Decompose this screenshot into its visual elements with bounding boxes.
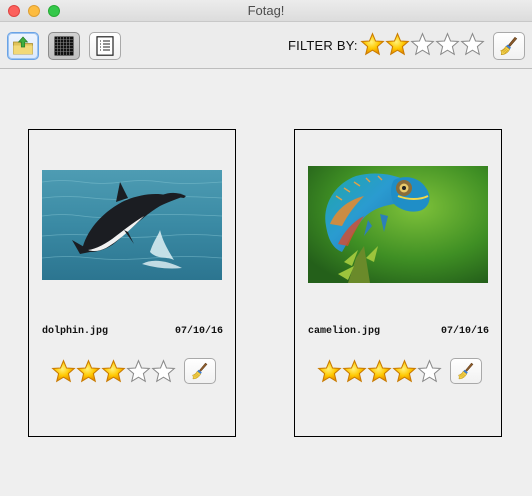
photo-date: 07/10/16 (440, 326, 489, 337)
filter-star-2-filled-icon[interactable] (385, 32, 410, 57)
photo-date: 07/10/16 (174, 326, 223, 337)
photo-grid: dolphin.jpg 07/10/16 camelion.jpg 07/10/… (0, 69, 532, 496)
clear-rating-button[interactable] (450, 358, 482, 384)
toolbar: FILTER BY: (0, 22, 532, 69)
upload-button[interactable] (7, 32, 39, 60)
grid-view-button[interactable] (48, 32, 80, 60)
fotag-window: Fotag! FILTER BY: dolphin.jpg 07/10/16 c… (0, 0, 532, 496)
window-title: Fotag! (247, 3, 285, 18)
broom-icon (498, 35, 520, 57)
camelion-thumbnail[interactable] (308, 166, 488, 283)
broom-icon (190, 361, 210, 381)
list-view-button[interactable] (89, 32, 121, 60)
filter-rating-stars (360, 32, 485, 57)
title-bar: Fotag! (0, 0, 532, 22)
clear-filter-button[interactable] (493, 32, 525, 60)
filter-label: FILTER BY: (288, 38, 358, 53)
photo-star-2-filled-icon[interactable] (342, 359, 367, 384)
list-view-icon (96, 36, 114, 56)
photo-star-1-filled-icon[interactable] (51, 359, 76, 384)
clear-rating-button[interactable] (184, 358, 216, 384)
photo-star-1-filled-icon[interactable] (317, 359, 342, 384)
photo-rating-stars (51, 359, 176, 384)
photo-card-dolphin[interactable]: dolphin.jpg 07/10/16 (28, 129, 236, 437)
filter-star-5-empty-icon[interactable] (460, 32, 485, 57)
photo-star-5-empty-icon[interactable] (151, 359, 176, 384)
filter-star-3-empty-icon[interactable] (410, 32, 435, 57)
photo-star-5-empty-icon[interactable] (417, 359, 442, 384)
photo-filename: dolphin.jpg (42, 326, 109, 337)
photo-filename: camelion.jpg (308, 326, 381, 337)
filter-star-4-empty-icon[interactable] (435, 32, 460, 57)
photo-star-4-filled-icon[interactable] (392, 359, 417, 384)
broom-icon (456, 361, 476, 381)
photo-star-3-filled-icon[interactable] (367, 359, 392, 384)
upload-folder-icon (13, 36, 33, 55)
filter-star-1-filled-icon[interactable] (360, 32, 385, 57)
photo-star-4-empty-icon[interactable] (126, 359, 151, 384)
photo-star-2-filled-icon[interactable] (76, 359, 101, 384)
photo-card-camelion[interactable]: camelion.jpg 07/10/16 (294, 129, 502, 437)
dolphin-thumbnail[interactable] (42, 170, 222, 280)
photo-star-3-filled-icon[interactable] (101, 359, 126, 384)
photo-rating-stars (317, 359, 442, 384)
grid-view-icon (54, 36, 74, 56)
